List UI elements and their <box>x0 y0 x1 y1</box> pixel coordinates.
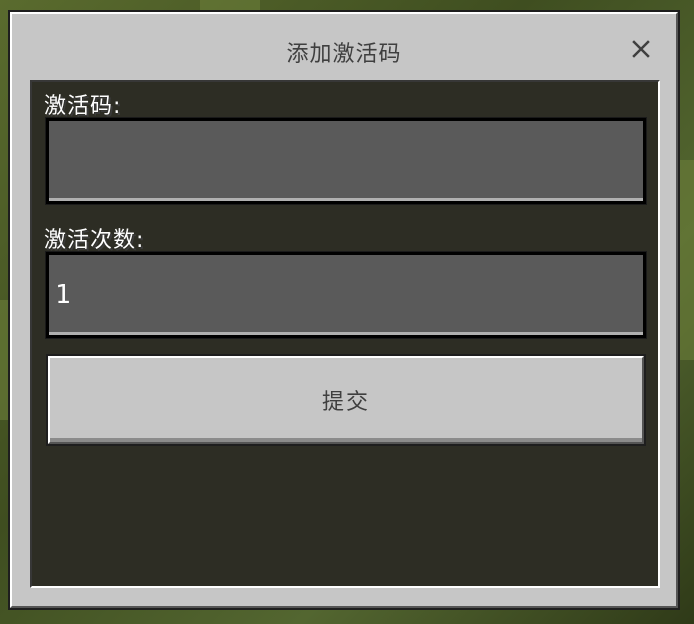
background-scenery <box>680 160 694 360</box>
dialog-body: 激活码: 激活次数: 提交 <box>30 80 660 588</box>
activation-count-label: 激活次数: <box>44 228 145 253</box>
close-icon <box>632 40 650 58</box>
activation-count-input[interactable] <box>46 252 646 338</box>
close-button[interactable] <box>628 36 654 62</box>
submit-button[interactable]: 提交 <box>48 356 644 444</box>
dialog-header: 添加激活码 <box>12 14 676 80</box>
background-scenery <box>200 0 260 12</box>
background-scenery <box>0 300 10 420</box>
dialog-title: 添加激活码 <box>286 42 402 67</box>
activation-code-input[interactable] <box>46 118 646 204</box>
activation-code-label: 激活码: <box>44 94 122 119</box>
add-activation-code-dialog: 添加激活码 激活码: 激活次数: 提交 <box>10 12 678 608</box>
